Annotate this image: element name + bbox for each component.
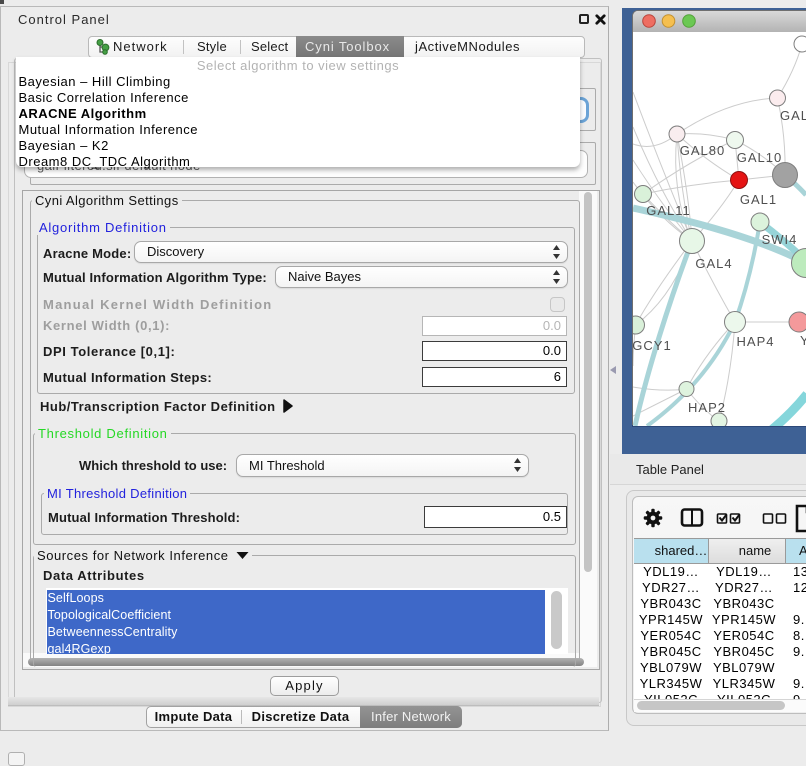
svg-text:HAP2: HAP2 bbox=[688, 400, 726, 415]
svg-text:GAL80: GAL80 bbox=[680, 143, 725, 158]
svg-text:GAL1: GAL1 bbox=[740, 192, 777, 207]
svg-text:GAL2: GAL2 bbox=[780, 108, 806, 123]
svg-text:HAP4: HAP4 bbox=[737, 334, 775, 349]
svg-text:GAL10: GAL10 bbox=[737, 150, 782, 165]
svg-text:YD: YD bbox=[800, 333, 806, 348]
svg-text:GCY1: GCY1 bbox=[633, 338, 672, 353]
svg-text:GAL11: GAL11 bbox=[646, 203, 691, 218]
svg-text:SWI4: SWI4 bbox=[762, 232, 798, 247]
svg-text:GAL4: GAL4 bbox=[695, 256, 732, 271]
